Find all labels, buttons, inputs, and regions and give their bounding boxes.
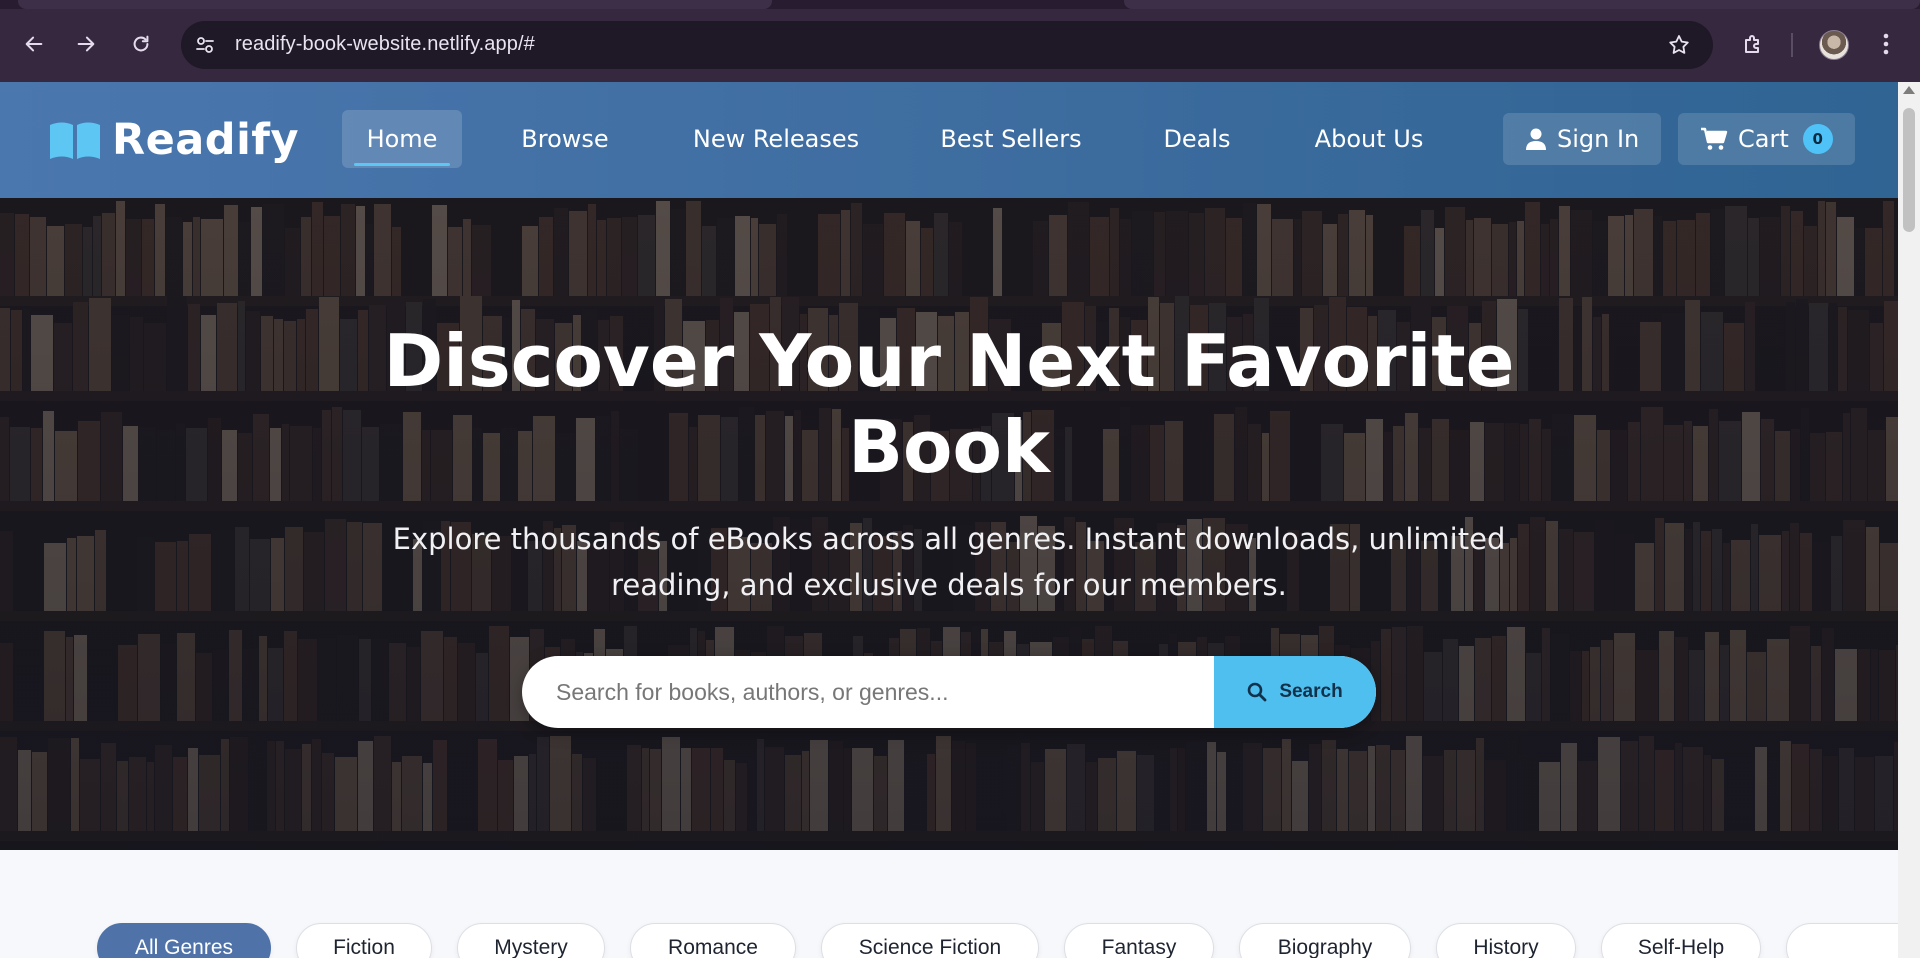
- browser-tab[interactable]: [1124, 0, 1920, 9]
- genre-chip-fiction[interactable]: Fiction: [296, 923, 432, 958]
- toolbar-divider: [1791, 33, 1793, 57]
- genre-chip-all-genres[interactable]: All Genres: [97, 923, 271, 958]
- reload-icon[interactable]: [125, 28, 157, 60]
- cart-button[interactable]: Cart 0: [1678, 113, 1855, 165]
- nav-about-us[interactable]: About Us: [1303, 110, 1435, 168]
- genre-chip-fantasy[interactable]: Fantasy: [1064, 923, 1214, 958]
- nav-browse[interactable]: Browse: [505, 110, 625, 168]
- logo[interactable]: Readify: [48, 115, 299, 165]
- open-book-icon: [50, 122, 100, 159]
- hero-title-line-2: Book: [848, 405, 1050, 489]
- browser-chrome: readify-book-website.netlify.app/#: [0, 0, 1920, 82]
- genre-chip-overflow[interactable]: [1786, 923, 1898, 958]
- cart-icon: [1701, 127, 1728, 150]
- cart-count-badge: 0: [1802, 124, 1833, 154]
- search-button[interactable]: Search: [1214, 656, 1376, 728]
- address-bar[interactable]: readify-book-website.netlify.app/#: [181, 21, 1713, 69]
- nav-home[interactable]: Home: [342, 110, 462, 168]
- site-header: Readify Home Browse New Releases Best Se…: [0, 82, 1898, 198]
- nav-best-sellers[interactable]: Best Sellers: [930, 110, 1092, 168]
- genre-chip-mystery[interactable]: Mystery: [457, 923, 605, 958]
- hero-subtitle-line-2: reading, and exclusive deals for our mem…: [611, 568, 1287, 602]
- hero-title: Discover Your Next Favorite Book: [349, 318, 1549, 490]
- page-scrollbar[interactable]: [1898, 82, 1920, 958]
- search-icon: [1248, 682, 1267, 702]
- scroll-thumb[interactable]: [1903, 108, 1915, 232]
- genre-chip-self-help[interactable]: Self-Help: [1601, 923, 1761, 958]
- search-input[interactable]: [522, 656, 1214, 728]
- genre-chip-romance[interactable]: Romance: [630, 923, 796, 958]
- genre-chip-biography[interactable]: Biography: [1239, 923, 1411, 958]
- nav-new-releases[interactable]: New Releases: [680, 110, 872, 168]
- hero-subtitle: Explore thousands of eBooks across all g…: [349, 516, 1549, 608]
- profile-avatar[interactable]: [1819, 30, 1849, 60]
- genre-filter-bar: All Genres Fiction Mystery Romance Scien…: [0, 850, 1898, 958]
- genre-chip-science-fiction[interactable]: Science Fiction: [821, 923, 1039, 958]
- search-bar: Search: [522, 656, 1376, 728]
- site-info-icon[interactable]: [195, 35, 215, 55]
- hero-subtitle-line-1: Explore thousands of eBooks across all g…: [392, 522, 1506, 556]
- cart-label: Cart: [1738, 125, 1789, 153]
- url-text[interactable]: readify-book-website.netlify.app/#: [235, 33, 535, 56]
- genre-chip-history[interactable]: History: [1436, 923, 1576, 958]
- sign-in-button[interactable]: Sign In: [1503, 113, 1662, 165]
- hero-title-line-1: Discover Your Next Favorite: [383, 319, 1515, 403]
- back-icon[interactable]: [18, 28, 50, 60]
- hero-section: Discover Your Next Favorite Book Explore…: [0, 198, 1898, 850]
- extensions-icon[interactable]: [1737, 28, 1769, 60]
- menu-icon[interactable]: [1870, 28, 1902, 60]
- forward-icon[interactable]: [70, 28, 102, 60]
- sign-in-label: Sign In: [1557, 125, 1640, 153]
- scroll-up-arrow[interactable]: [1903, 86, 1915, 94]
- bookmark-star-icon[interactable]: [1667, 33, 1691, 57]
- browser-tab[interactable]: [18, 0, 772, 9]
- logo-text: Readify: [112, 115, 300, 165]
- nav-deals[interactable]: Deals: [1150, 110, 1244, 168]
- tab-strip: [0, 0, 1920, 9]
- user-icon: [1526, 128, 1546, 150]
- search-button-label: Search: [1279, 681, 1343, 702]
